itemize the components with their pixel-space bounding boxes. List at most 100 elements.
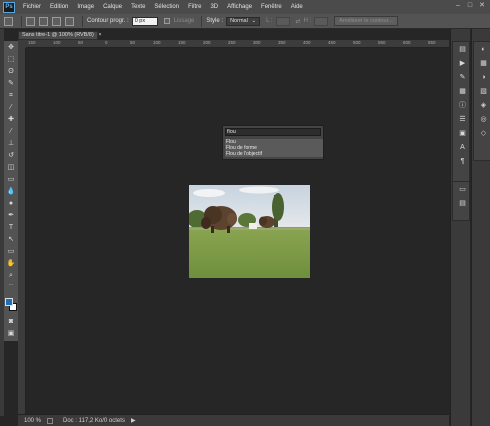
move-tool-icon[interactable]: ✥ bbox=[6, 43, 16, 52]
status-bar: 100 % Doc : 117,2 Ko/0 octets ▶ bbox=[18, 414, 449, 426]
maximize-icon[interactable]: □ bbox=[466, 2, 474, 10]
intersect-selection-icon[interactable] bbox=[65, 16, 74, 26]
swap-icon[interactable]: ⇄ bbox=[296, 18, 301, 25]
document-tab[interactable]: Sans titre-1 @ 100% (RVB/8) × bbox=[18, 31, 102, 40]
history-brush-tool-icon[interactable]: ↺ bbox=[6, 151, 16, 160]
menu-affichage[interactable]: Affichage bbox=[227, 4, 252, 10]
filter-result-item[interactable]: Flou de l'objectif bbox=[225, 151, 323, 157]
separator bbox=[21, 15, 22, 27]
pen-tool-icon[interactable]: ✒ bbox=[6, 211, 16, 220]
photoshop-logo: Ps bbox=[3, 1, 15, 13]
styles-panel-icon[interactable]: ▧ bbox=[479, 87, 488, 96]
lasso-tool-icon[interactable]: ʘ bbox=[6, 67, 16, 76]
navigator-panel-icon[interactable]: ▣ bbox=[458, 129, 467, 138]
chevron-down-icon: ⌄ bbox=[251, 17, 257, 24]
crop-tool-icon[interactable]: ⌗ bbox=[6, 91, 16, 100]
marquee-preset-icon[interactable] bbox=[4, 16, 13, 26]
clone-stamp-tool-icon[interactable]: ⊥ bbox=[6, 139, 16, 148]
quick-select-tool-icon[interactable]: ✎ bbox=[6, 79, 16, 88]
ruler-label: 150 bbox=[178, 40, 186, 45]
menu-calque[interactable]: Calque bbox=[103, 4, 122, 10]
type-tool-icon[interactable]: T bbox=[6, 223, 16, 232]
options-bar: Contour progr. : 0 px Lissage Style : No… bbox=[0, 14, 490, 29]
window-controls: – □ ✕ bbox=[450, 2, 486, 10]
channels-panel-icon[interactable]: ◎ bbox=[479, 115, 488, 124]
history-panel-icon[interactable]: ▤ bbox=[458, 45, 467, 54]
menu-image[interactable]: Image bbox=[77, 4, 94, 10]
brush-tool-icon[interactable]: ⁄ bbox=[6, 127, 16, 136]
menu-fichier[interactable]: Fichier bbox=[23, 4, 41, 10]
height-input[interactable] bbox=[314, 16, 329, 26]
subtract-selection-icon[interactable] bbox=[52, 16, 61, 26]
menu-aide[interactable]: Aide bbox=[291, 4, 303, 10]
more-tools-icon[interactable]: ··· bbox=[6, 281, 16, 290]
eraser-tool-icon[interactable]: ◫ bbox=[6, 163, 16, 172]
zoom-tool-icon[interactable]: ⌕ bbox=[6, 271, 16, 280]
status-menu-arrow-icon[interactable]: ▶ bbox=[131, 417, 136, 424]
brush-presets-panel-icon[interactable]: ▦ bbox=[458, 87, 467, 96]
healing-tool-icon[interactable]: ✚ bbox=[6, 115, 16, 124]
filter-search-popup: flou Flou Flou de forme Flou de l'object… bbox=[222, 125, 324, 160]
document-image[interactable] bbox=[189, 185, 310, 278]
color-panel-icon[interactable]: ◐ bbox=[479, 45, 488, 54]
antialias-checkbox[interactable] bbox=[163, 18, 170, 24]
width-input[interactable] bbox=[275, 16, 290, 26]
minimize-icon[interactable]: – bbox=[454, 2, 462, 10]
adjustments-panel-icon[interactable]: ◑ bbox=[479, 73, 488, 82]
ruler-label: 500 bbox=[353, 40, 361, 45]
ruler-label: 400 bbox=[303, 40, 311, 45]
screen-mode-icon[interactable]: ▣ bbox=[6, 329, 16, 338]
menu-filtre[interactable]: Filtre bbox=[188, 4, 201, 10]
panel-dock-left-column: ▤ ▶ ✎ ▦ ⓘ ☰ ▣ A ¶ ▭ ▤ bbox=[450, 29, 470, 426]
new-selection-icon[interactable] bbox=[26, 16, 35, 26]
document-info: Doc : 117,2 Ko/0 octets bbox=[63, 417, 125, 424]
add-selection-icon[interactable] bbox=[39, 16, 48, 26]
width-label: L : bbox=[266, 18, 273, 24]
layers-panel-icon[interactable]: ◈ bbox=[479, 101, 488, 110]
character-panel-icon[interactable]: A bbox=[458, 143, 467, 152]
menu-3d[interactable]: 3D bbox=[210, 4, 218, 10]
eyedropper-tool-icon[interactable]: ⁄ bbox=[6, 103, 16, 112]
properties-panel-icon[interactable]: ☰ bbox=[458, 115, 467, 124]
menu-fenetre[interactable]: Fenêtre bbox=[261, 4, 282, 10]
height-label: H : bbox=[303, 18, 312, 24]
menu-texte[interactable]: Texte bbox=[131, 4, 145, 10]
menu-edition[interactable]: Edition bbox=[50, 4, 68, 10]
shape-tool-icon[interactable]: ▭ bbox=[6, 247, 16, 256]
paragraph-panel-icon[interactable]: ¶ bbox=[458, 157, 467, 166]
path-select-tool-icon[interactable]: ↖ bbox=[6, 235, 16, 244]
zoom-icon bbox=[47, 417, 54, 424]
info-panel-icon[interactable]: ⓘ bbox=[458, 101, 467, 110]
vertical-ruler[interactable] bbox=[18, 48, 26, 414]
quick-mask-icon[interactable]: ◙ bbox=[6, 317, 16, 326]
swatches-panel-icon[interactable]: ▦ bbox=[479, 59, 488, 68]
separator bbox=[201, 15, 203, 27]
menu-selection[interactable]: Sélection bbox=[154, 4, 179, 10]
gradient-tool-icon[interactable]: ▭ bbox=[6, 175, 16, 184]
paths-panel-icon[interactable]: ◇ bbox=[479, 129, 488, 138]
style-label: Style : bbox=[206, 18, 224, 24]
notes-panel-icon[interactable]: ▤ bbox=[458, 199, 467, 208]
blur-tool-icon[interactable]: 💧 bbox=[6, 187, 16, 196]
style-select[interactable]: Normal ⌄ bbox=[226, 16, 261, 26]
zoom-level[interactable]: 100 % bbox=[24, 418, 41, 424]
refine-edge-button[interactable]: Améliorer le contour... bbox=[334, 16, 398, 26]
close-icon[interactable]: ✕ bbox=[478, 2, 486, 10]
brush-panel-icon[interactable]: ✎ bbox=[458, 73, 467, 82]
foreground-color-swatch[interactable] bbox=[5, 298, 13, 306]
marquee-tool-icon[interactable]: ⬚ bbox=[6, 55, 16, 64]
ruler-label: 550 bbox=[378, 40, 386, 45]
panel-icon-group: ▤ ▶ ✎ ▦ ⓘ ☰ ▣ A ¶ bbox=[452, 41, 470, 191]
hand-tool-icon[interactable]: ✋ bbox=[6, 259, 16, 268]
close-tab-icon[interactable]: × bbox=[98, 32, 101, 38]
ruler-label: 350 bbox=[278, 40, 286, 45]
style-select-value: Normal bbox=[230, 17, 248, 24]
horizontal-ruler[interactable]: 150 100 50 0 50 100 150 200 250 300 350 … bbox=[26, 40, 449, 48]
actions-panel-icon[interactable]: ▶ bbox=[458, 59, 467, 68]
panel-dock-right-column: ◐ ▦ ◑ ▧ ◈ ◎ ◇ bbox=[471, 29, 490, 426]
filter-search-input[interactable]: flou bbox=[225, 128, 321, 136]
dodge-tool-icon[interactable]: ● bbox=[6, 199, 16, 208]
layer-comps-panel-icon[interactable]: ▭ bbox=[458, 185, 467, 194]
feather-input[interactable]: 0 px bbox=[131, 16, 158, 26]
tools-panel: ✥ ⬚ ʘ ✎ ⌗ ⁄ ✚ ⁄ ⊥ ↺ ◫ ▭ 💧 ● ✒ T ↖ ▭ ✋ ⌕ … bbox=[4, 41, 18, 341]
